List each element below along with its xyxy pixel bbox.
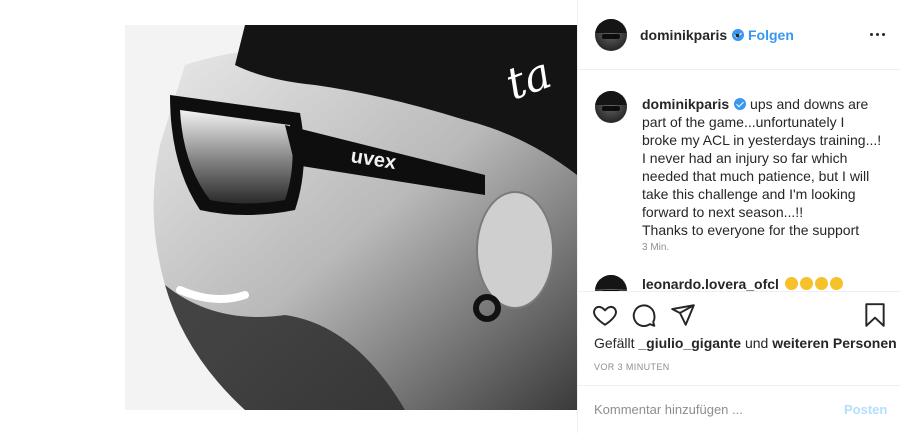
follow-button[interactable]: Folgen (748, 27, 794, 43)
heart-icon[interactable] (592, 302, 618, 328)
caption-line-7: Thanks to everyone for the support (642, 222, 860, 238)
add-comment-bar: Kommentar hinzufügen ... Posten (578, 385, 900, 433)
commenter-username[interactable]: leonardo.lovera_ofcl (642, 276, 843, 291)
likes-prefix: Gefällt (594, 335, 635, 351)
caption-line-6: forward to next season...!! (642, 204, 804, 220)
post-timestamp[interactable]: VOR 3 MINUTEN (594, 362, 670, 372)
commenter-avatar[interactable] (595, 275, 627, 291)
photo-illustration: ta uvex (125, 25, 577, 410)
caption-line-2: broke my ACL in yesterdays training...! (642, 132, 882, 148)
caption-line-5: take this challenge and I'm looking (642, 186, 856, 202)
comment-input[interactable]: Kommentar hinzufügen ... (594, 402, 824, 417)
author-username-link[interactable]: dominikparis (640, 27, 745, 43)
caption-time[interactable]: 3 Min. (642, 242, 669, 253)
caption-username[interactable]: dominikparis (642, 96, 729, 112)
caption-line-3: I never had an injury so far which (642, 150, 848, 166)
caption-line-4: needed that much patience, but I will (642, 168, 870, 184)
likes-others-link[interactable]: weiteren Personen (772, 335, 897, 351)
author-avatar[interactable] (595, 19, 627, 51)
comment-icon[interactable] (631, 302, 657, 328)
likes-summary: Gefällt _giulio_gigante und weiteren Per… (594, 335, 897, 351)
instagram-post: ta uvex dominikparis • Folgen dominikpar… (0, 0, 900, 433)
bookmark-icon[interactable] (862, 302, 888, 328)
comments-section: dominikparis ups and downs are part of t… (578, 71, 900, 291)
photo-area: ta uvex (0, 0, 577, 433)
liker-username[interactable]: _giulio_gigante (638, 335, 741, 351)
post-side-panel: dominikparis • Folgen dominikparis ups a… (577, 0, 900, 433)
caption-line-0: ups and downs are (750, 96, 869, 112)
caption-avatar[interactable] (595, 91, 627, 123)
emoji-icon (784, 277, 798, 290)
likes-middle: und (744, 335, 769, 351)
post-comment-button[interactable]: Posten (844, 402, 887, 417)
emoji-icon (799, 277, 813, 290)
share-icon[interactable] (670, 302, 696, 328)
caption-line-1: part of the game...unfortunately I (642, 114, 845, 130)
commenter-username-text[interactable]: leonardo.lovera_ofcl (642, 276, 779, 291)
verified-icon (734, 98, 747, 110)
more-icon[interactable] (866, 22, 890, 46)
caption-text: dominikparis ups and downs are part of t… (642, 95, 892, 239)
ear (476, 191, 554, 309)
header-separator: • (735, 27, 740, 43)
emoji-icon (814, 277, 828, 290)
emoji-icon (829, 277, 843, 290)
author-username[interactable]: dominikparis (640, 27, 727, 43)
post-header: dominikparis • Folgen (578, 0, 900, 70)
post-photo[interactable]: ta uvex (125, 25, 577, 410)
